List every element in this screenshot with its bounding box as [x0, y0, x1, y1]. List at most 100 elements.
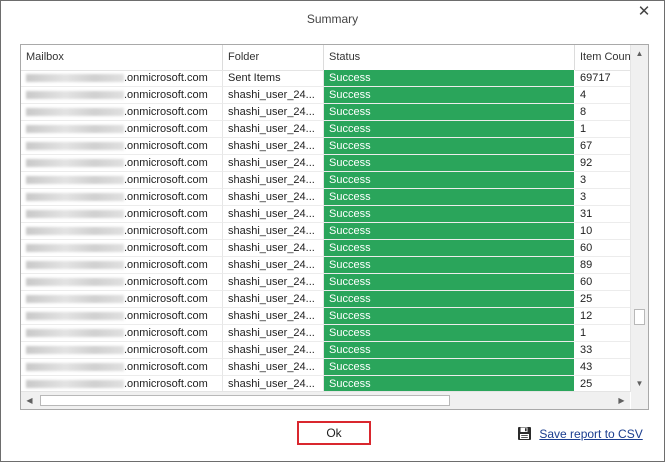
status-cell: Success: [324, 121, 575, 138]
table-row[interactable]: .onmicrosoft.com shashi_user_24... Success…: [21, 257, 630, 274]
close-icon[interactable]: ✕: [636, 4, 652, 20]
table-row[interactable]: .onmicrosoft.com shashi_user_24... Success…: [21, 291, 630, 308]
table-row[interactable]: .onmicrosoft.com shashi_user_24... Success…: [21, 376, 630, 392]
mailbox-domain: .onmicrosoft.com: [124, 242, 208, 254]
table-row[interactable]: .onmicrosoft.com shashi_user_24... Success…: [21, 138, 630, 155]
table-row[interactable]: .onmicrosoft.com shashi_user_24... Success…: [21, 359, 630, 376]
item-count-cell: 1: [575, 121, 630, 138]
table-row[interactable]: .onmicrosoft.com shashi_user_24... Success…: [21, 240, 630, 257]
table-row[interactable]: .onmicrosoft.com shashi_user_24... Success…: [21, 308, 630, 325]
mailbox-domain: .onmicrosoft.com: [124, 293, 208, 305]
mailbox-domain: .onmicrosoft.com: [124, 72, 208, 84]
item-count-cell: 1: [575, 325, 630, 342]
item-count-cell: 4: [575, 87, 630, 104]
table-row[interactable]: .onmicrosoft.com shashi_user_24... Success…: [21, 206, 630, 223]
mailbox-cell: .onmicrosoft.com: [21, 342, 223, 359]
redacted-address: [26, 380, 124, 389]
item-count-cell: 33: [575, 342, 630, 359]
dialog-title: Summary: [306, 12, 359, 26]
folder-cell: shashi_user_24...: [223, 189, 324, 206]
table-row[interactable]: .onmicrosoft.com shashi_user_24... Success…: [21, 342, 630, 359]
folder-cell: shashi_user_24...: [223, 240, 324, 257]
folder-cell: shashi_user_24...: [223, 138, 324, 155]
table-row[interactable]: .onmicrosoft.com shashi_user_24... Success…: [21, 87, 630, 104]
column-header-mailbox[interactable]: Mailbox: [21, 45, 223, 70]
table-row[interactable]: .onmicrosoft.com shashi_user_24... Success…: [21, 172, 630, 189]
mailbox-domain: .onmicrosoft.com: [124, 140, 208, 152]
mailbox-domain: .onmicrosoft.com: [124, 310, 208, 322]
redacted-address: [26, 108, 124, 117]
status-cell: Success: [324, 274, 575, 291]
table-row[interactable]: .onmicrosoft.com shashi_user_24... Success…: [21, 189, 630, 206]
mailbox-cell: .onmicrosoft.com: [21, 206, 223, 223]
item-count-cell: 31: [575, 206, 630, 223]
table-row[interactable]: .onmicrosoft.com shashi_user_24... Success…: [21, 155, 630, 172]
floppy-disk-icon: [517, 426, 532, 441]
redacted-address: [26, 295, 124, 304]
mailbox-domain: .onmicrosoft.com: [124, 106, 208, 118]
table-row[interactable]: .onmicrosoft.com shashi_user_24... Success…: [21, 223, 630, 240]
folder-cell: shashi_user_24...: [223, 155, 324, 172]
horizontal-scroll-thumb[interactable]: [40, 395, 450, 406]
mailbox-cell: .onmicrosoft.com: [21, 257, 223, 274]
table-row[interactable]: .onmicrosoft.com shashi_user_24... Success…: [21, 274, 630, 291]
item-count-cell: 67: [575, 138, 630, 155]
mailbox-cell: .onmicrosoft.com: [21, 189, 223, 206]
folder-cell: shashi_user_24...: [223, 121, 324, 138]
item-count-cell: 69717: [575, 70, 630, 87]
folder-cell: shashi_user_24...: [223, 206, 324, 223]
redacted-address: [26, 227, 124, 236]
save-report-csv-link[interactable]: Save report to CSV: [517, 424, 643, 442]
arrow-down-icon[interactable]: ▼: [631, 375, 648, 392]
ok-button-label: Ok: [326, 426, 342, 440]
status-cell: Success: [324, 138, 575, 155]
vertical-scrollbar[interactable]: ▲ ▼: [630, 45, 648, 392]
vertical-scroll-thumb[interactable]: [634, 309, 645, 325]
redacted-address: [26, 329, 124, 338]
status-cell: Success: [324, 325, 575, 342]
folder-cell: shashi_user_24...: [223, 359, 324, 376]
status-cell: Success: [324, 206, 575, 223]
folder-cell: shashi_user_24...: [223, 325, 324, 342]
redacted-address: [26, 125, 124, 134]
table-row[interactable]: .onmicrosoft.com shashi_user_24... Success…: [21, 325, 630, 342]
mailbox-cell: .onmicrosoft.com: [21, 308, 223, 325]
mailbox-domain: .onmicrosoft.com: [124, 174, 208, 186]
mailbox-cell: .onmicrosoft.com: [21, 138, 223, 155]
status-cell: Success: [324, 155, 575, 172]
mailbox-cell: .onmicrosoft.com: [21, 240, 223, 257]
mailbox-cell: .onmicrosoft.com: [21, 376, 223, 392]
redacted-address: [26, 176, 124, 185]
item-count-cell: 92: [575, 155, 630, 172]
table-row[interactable]: .onmicrosoft.com shashi_user_24... Success…: [21, 104, 630, 121]
table-row[interactable]: .onmicrosoft.com Sent Items Success 69717: [21, 70, 630, 87]
mailbox-domain: .onmicrosoft.com: [124, 361, 208, 373]
redacted-address: [26, 363, 124, 372]
horizontal-scrollbar[interactable]: ◀ ▶: [21, 391, 630, 409]
table-body: .onmicrosoft.com Sent Items Success 69717 .o…: [21, 70, 630, 392]
arrow-up-icon[interactable]: ▲: [631, 45, 648, 62]
folder-cell: shashi_user_24...: [223, 223, 324, 240]
folder-cell: shashi_user_24...: [223, 87, 324, 104]
arrow-left-icon[interactable]: ◀: [21, 392, 38, 409]
column-header-folder[interactable]: Folder: [223, 45, 324, 70]
arrow-right-icon[interactable]: ▶: [613, 392, 630, 409]
scrollbar-corner: [631, 392, 648, 409]
mailbox-cell: .onmicrosoft.com: [21, 104, 223, 121]
status-cell: Success: [324, 223, 575, 240]
table-row[interactable]: .onmicrosoft.com shashi_user_24... Success…: [21, 121, 630, 138]
mailbox-domain: .onmicrosoft.com: [124, 157, 208, 169]
mailbox-domain: .onmicrosoft.com: [124, 89, 208, 101]
redacted-address: [26, 346, 124, 355]
folder-cell: shashi_user_24...: [223, 104, 324, 121]
summary-table[interactable]: Mailbox Folder Status Item Count .onmicr…: [20, 44, 649, 410]
redacted-address: [26, 74, 124, 83]
redacted-address: [26, 261, 124, 270]
redacted-address: [26, 210, 124, 219]
mailbox-cell: .onmicrosoft.com: [21, 274, 223, 291]
redacted-address: [26, 244, 124, 253]
column-header-status[interactable]: Status: [324, 45, 575, 70]
ok-button[interactable]: Ok: [297, 421, 371, 445]
redacted-address: [26, 312, 124, 321]
mailbox-cell: .onmicrosoft.com: [21, 70, 223, 87]
